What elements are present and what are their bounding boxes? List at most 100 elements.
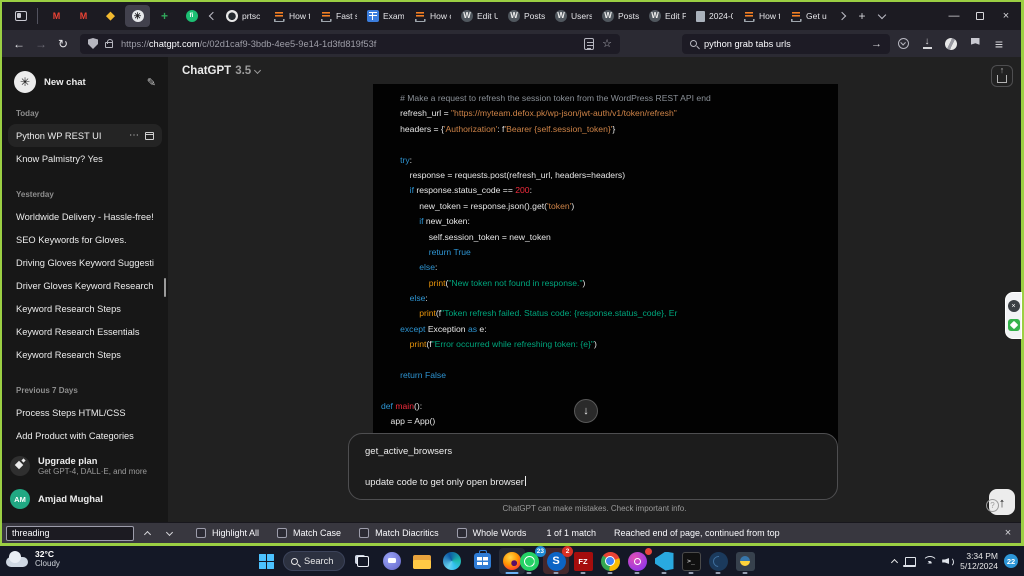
sidebar-scrollbar[interactable] [164,278,167,297]
tracking-protection-shield-icon[interactable] [88,38,98,49]
list-tabs-button[interactable] [872,6,892,26]
store-button[interactable] [469,548,495,574]
find-previous-button[interactable] [138,525,156,541]
sidebar-chat-item[interactable]: Driver Gloves Keyword Research [8,274,162,297]
task-view-button[interactable] [349,548,375,574]
checkbox[interactable] [277,528,287,538]
downloads-button[interactable]: ↓ [916,33,938,55]
pinned-tab-gmail[interactable]: M [44,5,69,27]
sidebar-chat-item[interactable]: SEO Keywords for Gloves. [8,228,162,251]
forward-button[interactable]: → [30,33,52,55]
file-explorer-button[interactable] [409,548,435,574]
checkbox[interactable] [457,528,467,538]
browser-tab[interactable]: How c [409,5,456,27]
notification-count-badge[interactable]: 22 [1004,554,1018,568]
pinned-tab-binance[interactable]: ◆ [98,5,123,27]
lock-icon[interactable] [105,42,113,48]
browser-tab[interactable]: 2024-05-1 [691,5,738,27]
browser-tab[interactable]: Fast s [315,5,362,27]
scroll-tabs-left-button[interactable] [205,6,221,26]
minimize-button[interactable]: — [941,3,967,29]
user-menu[interactable]: AM Amjad Mughal [10,484,160,514]
url-bar[interactable]: https://chatgpt.com/c/02d1caf9-3bdb-4ee5… [80,34,620,54]
pinned-tab-sheets[interactable]: + [152,5,177,27]
sidebar-chat-item[interactable]: Keyword Research Steps [8,343,162,366]
pinned-tab-gmail[interactable]: M [71,5,96,27]
taskbar-app-vscode[interactable] [651,548,677,574]
browser-tab[interactable]: How t [268,5,315,27]
maximize-button[interactable] [967,3,993,29]
pinned-tab-chatgpt[interactable]: ✳ [125,5,150,27]
back-button[interactable]: ← [8,33,30,55]
close-window-button[interactable]: × [993,3,1019,29]
edge-button[interactable] [439,548,465,574]
adblock-extension-button[interactable] [940,33,962,55]
archive-icon[interactable] [145,132,154,140]
find-option-highlight-all[interactable]: Highlight All [196,528,259,538]
bookmark-star-icon[interactable]: ☆ [602,37,612,50]
sidebar-chat-item[interactable]: Driving Gloves Keyword Suggestion [8,251,162,274]
help-button[interactable]: ? [986,499,999,512]
browser-tab[interactable]: WEdit Post [644,5,691,27]
find-option-whole-words[interactable]: Whole Words [457,528,527,538]
browser-tab[interactable]: How t [738,5,785,27]
model-selector[interactable]: ChatGPT 3.5 [182,65,260,77]
checkbox[interactable] [359,528,369,538]
upgrade-plan-button[interactable]: Upgrade plan Get GPT-4, DALL·E, and more [10,450,160,482]
extension-badge-icon[interactable] [1008,319,1020,331]
pinned-tab-fiverr[interactable]: fi [179,5,204,27]
taskbar-search[interactable]: Search [283,551,345,571]
tray-overflow-chevron-icon[interactable] [891,558,898,565]
taskbar-app-whatsapp[interactable]: 23 [516,548,542,574]
pocket-button[interactable] [892,33,914,55]
new-chat-button[interactable]: ✳ New chat ✎ [8,65,162,99]
browser-tab[interactable]: Get ur [785,5,832,27]
sidebar-chat-item[interactable]: Worldwide Delivery - Hassle-free! [8,205,162,228]
wifi-icon[interactable] [922,556,936,567]
find-option-match-case[interactable]: Match Case [277,528,341,538]
sidebar-chat-item[interactable]: Python WP REST UI⋯ [8,124,162,147]
search-bar[interactable]: → [682,34,890,54]
new-tab-button[interactable]: + [852,6,872,26]
taskbar-app-dark-app[interactable] [705,548,731,574]
find-close-button[interactable]: × [999,527,1017,539]
sidebar-chat-item[interactable]: Keyword Research Essentials [8,320,162,343]
taskbar-app-filezilla[interactable] [570,548,596,574]
share-button[interactable] [991,65,1013,87]
checkbox[interactable] [196,528,206,538]
find-input[interactable] [6,526,134,541]
browser-tab[interactable]: Examp [362,5,409,27]
find-option-match-diacritics[interactable]: Match Diacritics [359,528,439,538]
chat-app-button[interactable] [379,548,405,574]
laptop-icon[interactable] [903,557,916,567]
extension-button[interactable] [964,33,986,55]
close-icon[interactable]: × [1008,300,1020,312]
reload-button[interactable]: ↻ [52,33,74,55]
search-input[interactable] [704,39,871,49]
browser-tab[interactable]: WPosts ‹ Em [503,5,550,27]
browser-tab[interactable]: WUsers ‹ Em [550,5,597,27]
scroll-tabs-right-button[interactable] [832,6,852,26]
taskbar-weather-widget[interactable]: 32°C Cloudy [6,549,60,569]
chat-options-icon[interactable]: ⋯ [129,130,140,141]
taskbar-app-skype[interactable]: 2 [543,548,569,574]
taskbar-app-chrome[interactable] [597,548,623,574]
search-go-arrow-icon[interactable]: → [871,38,882,50]
browser-tab[interactable]: WPosts ‹ Em [597,5,644,27]
sidebar-chat-item[interactable]: Know Palmistry? Yes [8,147,162,170]
reader-mode-icon[interactable] [584,38,594,50]
browser-tab[interactable]: prtsc [221,5,268,27]
start-button[interactable] [253,548,279,574]
scroll-to-bottom-button[interactable]: ↓ [574,399,598,423]
volume-icon[interactable] [942,556,954,567]
taskbar-app-terminal[interactable] [678,548,704,574]
taskbar-app-python[interactable] [732,548,758,574]
sidebar-chat-item[interactable]: Process Steps HTML/CSS [8,401,162,424]
taskbar-app-purple-app[interactable] [624,548,650,574]
compose-icon[interactable]: ✎ [147,76,156,89]
firefox-view-button[interactable] [10,6,32,26]
message-composer[interactable]: get_active_browsers update code to get o… [348,433,838,500]
browser-tab[interactable]: WEdit User A [456,5,503,27]
menu-button[interactable]: ≡ [988,33,1010,55]
sidebar-chat-item[interactable]: Keyword Research Steps [8,297,162,320]
